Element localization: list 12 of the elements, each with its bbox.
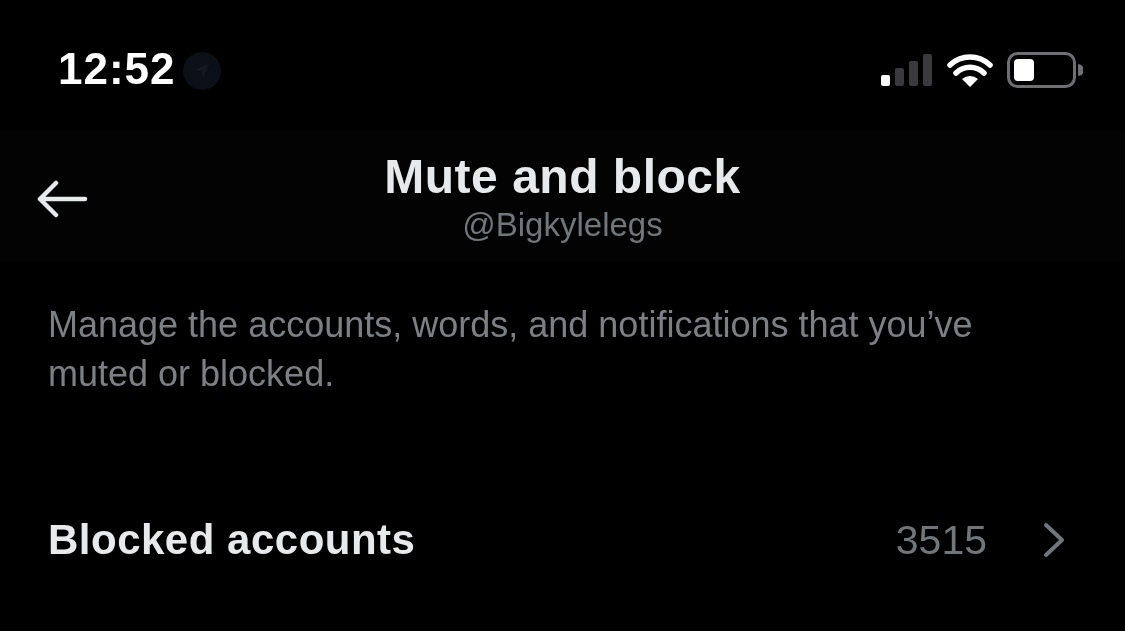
wifi-icon	[947, 53, 993, 87]
description-text: Manage the accounts, words, and notifications that you’ve muted or blocked.	[47, 303, 974, 396]
status-time: 12:52	[58, 44, 176, 94]
back-arrow-icon	[36, 180, 88, 218]
cellular-signal-icon	[881, 54, 933, 86]
row-count: 3515	[895, 517, 987, 563]
chevron-right-icon	[1043, 522, 1065, 558]
page-title: Mute and block	[384, 150, 741, 204]
row-label: Blocked accounts	[48, 517, 416, 563]
settings-row[interactable]: Blocked accounts 3515	[0, 510, 1125, 570]
account-handle: @Bigkylelegs	[462, 206, 663, 244]
battery-icon	[1007, 52, 1083, 88]
